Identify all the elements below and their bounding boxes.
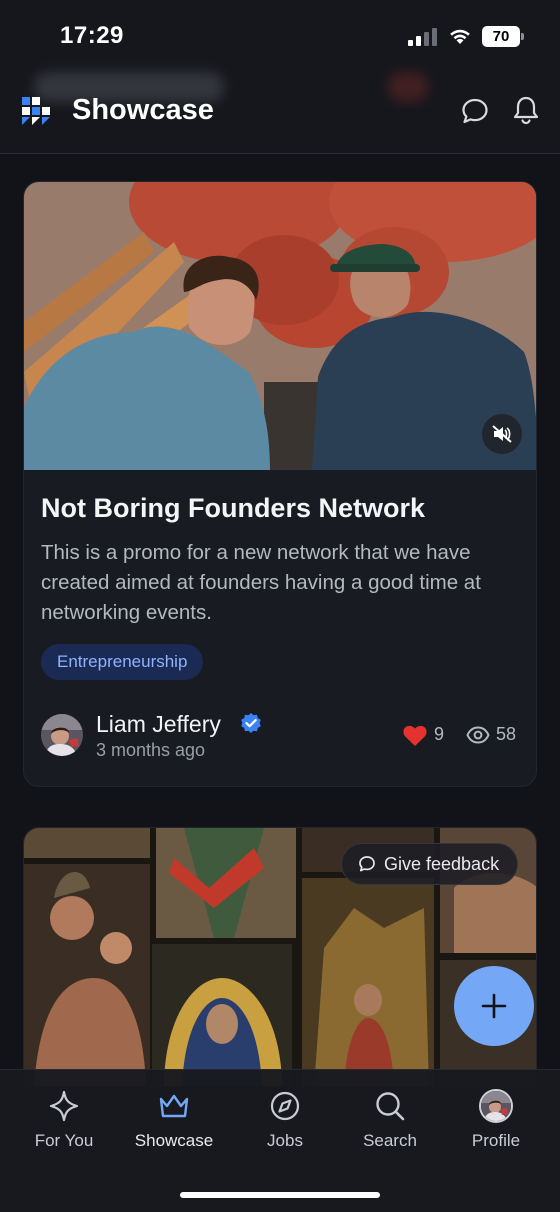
speaker-muted-icon [492, 425, 512, 443]
like-count: 9 [434, 724, 445, 744]
crown-icon [159, 1094, 189, 1118]
nav-label-profile: Profile [471, 1131, 521, 1150]
nav-item-jobs[interactable]: Jobs [230, 1088, 340, 1151]
bottom-navigation: For You Showcase Jobs Search Profile [0, 1069, 560, 1212]
nav-item-for-you[interactable]: For You [9, 1088, 119, 1151]
post-tag[interactable]: Entrepreneurship [41, 644, 204, 680]
post-card[interactable]: Not Boring Founders Network This is a pr… [23, 181, 537, 787]
mute-button[interactable] [482, 414, 522, 454]
post-title[interactable]: Not Boring Founders Network [41, 493, 425, 524]
search-icon [376, 1092, 405, 1121]
app-header: Showcase [0, 70, 560, 154]
plus-icon [481, 993, 507, 1019]
header-blur-right [388, 72, 428, 102]
heart-icon[interactable] [402, 724, 428, 748]
feedback-chat-icon [359, 856, 375, 872]
give-feedback-button[interactable]: Give feedback [341, 843, 519, 885]
status-bar: 17:29 70 [0, 0, 560, 70]
compass-icon [270, 1091, 300, 1121]
avatar [479, 1089, 513, 1123]
nav-label-for-you: For You [34, 1131, 94, 1150]
status-time: 17:29 [60, 22, 124, 49]
post-timestamp: 3 months ago [96, 740, 206, 760]
author-avatar[interactable] [41, 714, 83, 756]
bell-icon[interactable] [512, 95, 540, 125]
nav-item-profile[interactable]: Profile [441, 1088, 551, 1151]
cellular-signal-icon [408, 28, 438, 46]
wifi-icon [450, 29, 470, 44]
home-indicator [180, 1192, 380, 1198]
nav-label-jobs: Jobs [267, 1131, 303, 1150]
chat-icon[interactable] [460, 96, 490, 126]
give-feedback-label: Give feedback [384, 853, 500, 874]
sparkle-icon [49, 1090, 79, 1122]
create-post-button[interactable] [454, 966, 534, 1046]
nav-item-showcase[interactable]: Showcase [119, 1088, 229, 1151]
post-description: This is a promo for a new network that w… [41, 541, 481, 624]
post-video-thumbnail[interactable] [24, 182, 536, 470]
nav-label-search: Search [363, 1131, 417, 1150]
eye-icon [466, 726, 490, 744]
verified-badge-icon [241, 713, 261, 733]
page-title: Showcase [72, 94, 214, 126]
view-count: 58 [496, 724, 517, 744]
nav-item-search[interactable]: Search [335, 1088, 445, 1151]
author-name[interactable]: Liam Jeffery [96, 711, 221, 738]
battery-indicator: 70 [482, 26, 524, 47]
app-logo-icon [22, 97, 50, 125]
nav-label-showcase: Showcase [134, 1131, 214, 1150]
